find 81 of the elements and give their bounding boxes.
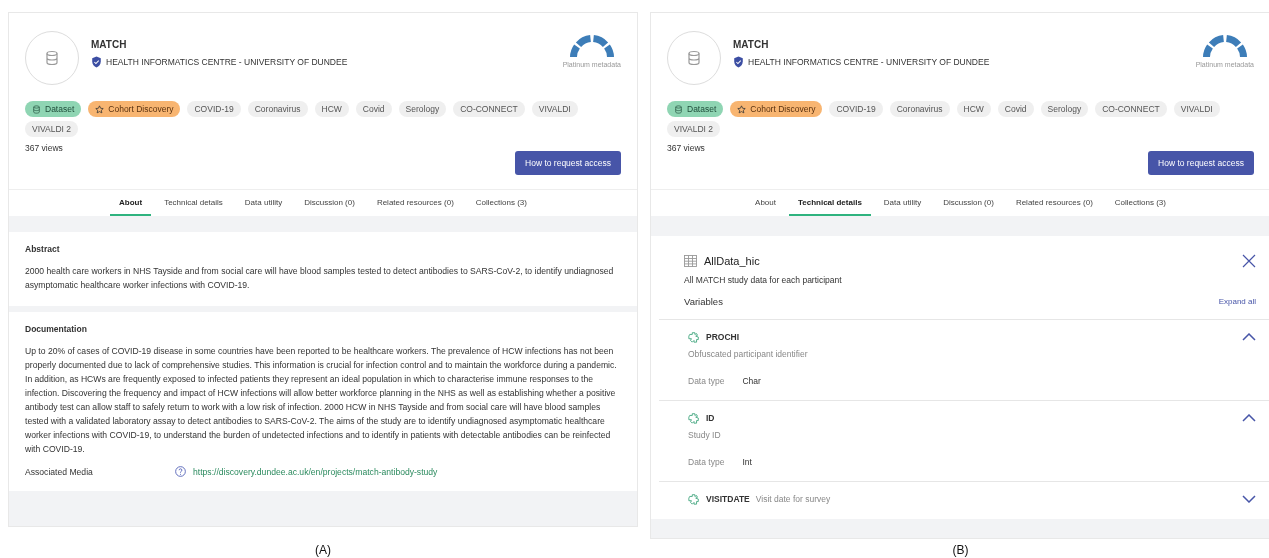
keyword-tag[interactable]: Coronavirus	[889, 101, 950, 117]
help-icon	[175, 466, 186, 477]
media-link[interactable]: https://discovery.dundee.ac.uk/en/projects/match-antibody-study	[193, 466, 438, 477]
table-name: AllData_hic	[704, 255, 760, 267]
tab[interactable]: Discussion (0)	[295, 190, 364, 216]
keyword-tag[interactable]: Serology	[398, 101, 447, 117]
field-label: Data type	[688, 376, 725, 386]
star-icon	[737, 104, 747, 114]
chevron-up-icon[interactable]	[1242, 333, 1256, 341]
views-count: 367 views	[667, 143, 705, 153]
gauge-icon	[1200, 35, 1249, 59]
tab[interactable]: Related resources (0)	[367, 190, 463, 216]
gauge-icon	[567, 35, 616, 59]
section-heading: Documentation	[25, 324, 88, 334]
tab[interactable]: Data utility	[235, 190, 292, 216]
tab[interactable]: Collections (3)	[1105, 190, 1175, 216]
chevron-down-icon[interactable]	[1242, 495, 1256, 503]
tab[interactable]: Technical details	[788, 190, 871, 216]
shield-icon	[733, 56, 744, 68]
dataset-title: MATCH	[733, 39, 770, 50]
keyword-tag[interactable]: Covid	[997, 101, 1034, 117]
keyword-tag[interactable]: Covid	[355, 101, 392, 117]
tab[interactable]: About	[110, 190, 152, 216]
variable-name: PROCHI	[706, 332, 740, 342]
keyword-tag[interactable]: HCW	[314, 101, 349, 117]
keyword-tag[interactable]: Serology	[1040, 101, 1089, 117]
views-count: 367 views	[25, 143, 63, 153]
variables-heading: Variables	[684, 296, 723, 307]
table-description: All MATCH study data for each participant	[684, 275, 843, 285]
dataset-title: MATCH	[91, 39, 128, 50]
keyword-tag[interactable]: VIVALDI 2	[667, 121, 721, 137]
keyword-tag[interactable]: HCW	[956, 101, 991, 117]
database-icon	[44, 50, 60, 66]
section-text: Up to 20% of cases of COVID-19 disease in some countries have been reported to be healthcare workers. The prevalence of HCW infections has not been properly documented due to lack of comprehensive studies. This information is crucial for infection control and to maintain the workforce during a pandemic. In addition, as HCWs are frequently exposed to infected patients they represent an ideal population in which to characterise immune responses to the infection. Discovering the frequency and impact of HCW infections will allow better workforce planning in the NHS as well as establishing whether a positive antibody test can allow staff to safely return to work with a low risk of infection. 2000 HCW in NHS Tayside and from social care will have blood samples tested with a validated laboratory assay to detect antibodies to SARS-CoV-2. The aims of the study are to identify undiagnosed asymptomatic healthcare worker infections with COVID-19, to understand the burden of undetected infections and to identify in patients with detectable antibodies can be reinfected with COVID-19.	[25, 345, 618, 456]
variable-icon	[688, 493, 700, 505]
expand-all-link[interactable]: Expand all	[1218, 297, 1256, 306]
database-icon	[674, 104, 683, 114]
publisher-name: HEALTH INFORMATICS CENTRE - UNIVERSITY OF DUNDEE	[748, 57, 990, 67]
keyword-tag[interactable]: CO-CONNECT	[1095, 101, 1167, 117]
variable-icon	[688, 412, 700, 424]
star-icon	[95, 104, 105, 114]
figure-caption: (B)	[951, 542, 970, 557]
request-access-button[interactable]: How to request access	[515, 151, 621, 175]
variable-description: Obfuscated participant identifier	[688, 349, 809, 359]
keyword-tag[interactable]: VIVALDI 2	[25, 121, 79, 137]
section-heading: Abstract	[25, 244, 61, 254]
tab[interactable]: Data utility	[874, 190, 931, 216]
data-type-value: Int	[742, 457, 752, 467]
keyword-tag[interactable]: CO-CONNECT	[453, 101, 525, 117]
tab[interactable]: About	[746, 190, 785, 216]
database-icon	[686, 50, 702, 66]
variable-description: Study ID	[688, 430, 722, 440]
keyword-tag[interactable]: VIVALDI	[531, 101, 578, 117]
variable-name: ID	[706, 413, 715, 423]
variable-icon	[688, 331, 700, 343]
chevron-up-icon[interactable]	[1242, 414, 1256, 422]
shield-icon	[91, 56, 102, 68]
keyword-tag[interactable]: VIVALDI	[1173, 101, 1220, 117]
table-icon	[684, 255, 697, 267]
figure-caption: (A)	[314, 542, 332, 557]
variable-description: Visit date for survey	[755, 494, 831, 504]
section-text: 2000 health care workers in NHS Tayside and from social care will have blood samples tested to detect antibodies to SARS-CoV-2, to identify undiagnosed asymptomatic healthcare worker infections with COVID-19.	[25, 265, 615, 292]
keyword-tag[interactable]: COVID-19	[187, 101, 241, 117]
request-access-button[interactable]: How to request access	[1148, 151, 1254, 175]
tab[interactable]: Related resources (0)	[1006, 190, 1102, 216]
tab[interactable]: Technical details	[155, 190, 232, 216]
database-icon	[32, 104, 41, 114]
publisher-name: HEALTH INFORMATICS CENTRE - UNIVERSITY OF DUNDEE	[106, 57, 348, 67]
close-icon[interactable]	[1242, 254, 1256, 268]
cohort-tag[interactable]: Cohort Discovery	[88, 101, 181, 117]
variable-name: VISITDATE	[706, 494, 750, 504]
tab[interactable]: Collections (3)	[466, 190, 536, 216]
keyword-tag[interactable]: Coronavirus	[247, 101, 308, 117]
dataset-tag[interactable]: Dataset	[667, 101, 724, 117]
cohort-tag[interactable]: Cohort Discovery	[730, 101, 823, 117]
field-label: Data type	[688, 457, 725, 467]
data-type-value: Char	[742, 376, 761, 386]
dataset-tag[interactable]: Dataset	[25, 101, 82, 117]
field-label: Associated Media	[25, 466, 94, 477]
tab[interactable]: Discussion (0)	[934, 190, 1003, 216]
keyword-tag[interactable]: COVID-19	[829, 101, 883, 117]
